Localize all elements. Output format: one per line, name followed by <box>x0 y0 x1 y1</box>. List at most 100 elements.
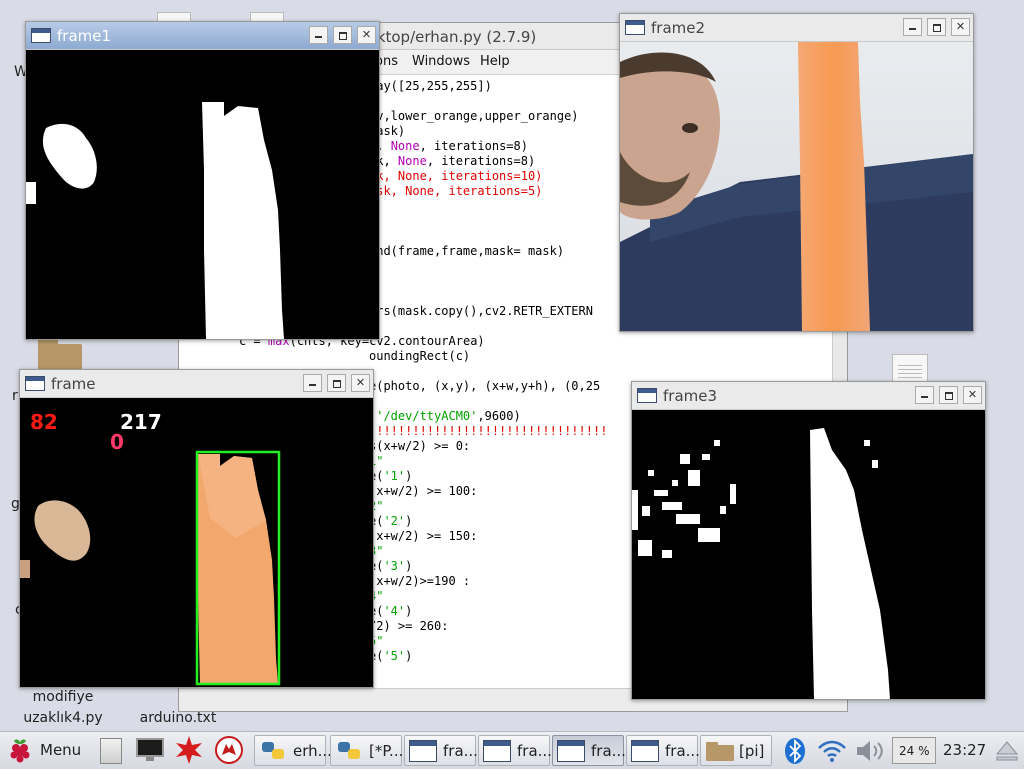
code-line: sk, None, iterations=8) <box>369 154 535 169</box>
code-line: k, None, iterations=8) <box>369 139 528 154</box>
code-token: (x+w/2) >= 150: <box>369 529 478 543</box>
code-token: None <box>390 139 420 153</box>
code-line: and(frame,frame,mask= mask) <box>369 244 564 259</box>
code-token: and(frame,frame,mask= mask) <box>369 244 565 258</box>
frame1-titlebar[interactable]: frame1 ✕ <box>26 22 379 50</box>
maximize-button[interactable] <box>939 386 958 404</box>
frame3-mask-image <box>632 410 985 699</box>
code-token: , iterations=8) <box>419 139 528 153</box>
code-token: sv,lower_orange,upper_orange) <box>369 109 579 123</box>
window-icon <box>625 20 645 35</box>
code-token: ('/dev/ttyACM0' <box>369 409 478 423</box>
frame-titlebar[interactable]: frame ✕ <box>20 370 373 398</box>
maximize-button[interactable] <box>927 18 946 36</box>
task-label: fra... <box>443 742 478 760</box>
task-file-manager-pi[interactable]: [pi] <box>700 735 772 766</box>
code-line: ray([25,255,255]) <box>369 79 492 94</box>
window-icon <box>25 376 45 391</box>
frame1-window[interactable]: frame1 ✕ <box>25 21 380 340</box>
maximize-button[interactable] <box>333 26 352 44</box>
task-frame-c[interactable]: fra... <box>626 735 700 766</box>
menu-windows[interactable]: Windows <box>412 54 470 69</box>
code-line: e('4') <box>369 604 412 619</box>
maximize-button[interactable] <box>327 374 346 392</box>
task-frame-a[interactable]: fra... <box>404 735 478 766</box>
raspberry-icon <box>10 739 30 763</box>
minimize-button[interactable] <box>903 18 922 36</box>
file-manager-launcher-icon[interactable] <box>100 738 122 764</box>
code-token: ) <box>405 649 413 663</box>
menu-label: Menu <box>40 741 82 759</box>
code-token: '3' <box>383 559 406 573</box>
code-token: (x+w/2) >= 100: <box>369 484 478 498</box>
wolfram-launcher-icon[interactable] <box>214 735 244 765</box>
code-token: (x+w/2)>=190 : <box>369 574 471 588</box>
frame2-window[interactable]: frame2 ✕ <box>619 13 974 332</box>
cpu-usage-text: 24 % <box>899 744 930 758</box>
minimize-button[interactable] <box>309 26 328 44</box>
code-line: !!!!!!!!!!!!!!!!!!!!!!!!!!!!!!!!! <box>369 424 607 439</box>
code-token: /2) >= 260: <box>369 619 449 633</box>
task-python-shell[interactable]: [*P... <box>330 735 403 766</box>
overlay-value-right: 217 <box>120 410 162 434</box>
desktop-peek-r: r <box>12 388 18 404</box>
code-token: e(photo, (x,y), (x+w,y+h), (0,25 <box>369 379 601 393</box>
desktop-icon-label-2: uzaklık4.py <box>23 710 103 726</box>
editor-title: sktop/erhan.py (2.7.9) <box>369 28 537 46</box>
code-token: s(x+w/2) >= 0: <box>369 439 471 453</box>
eject-icon[interactable] <box>995 739 1019 763</box>
window-icon <box>631 740 659 762</box>
cpu-usage-monitor: 24 % <box>892 737 936 764</box>
folder-icon <box>706 742 734 761</box>
code-line: urs(mask.copy(),cv2.RETR_EXTERN <box>369 304 593 319</box>
task-frame-b[interactable]: fra... <box>478 735 552 766</box>
frame3-window[interactable]: frame3 ✕ <box>631 381 986 700</box>
code-line: sk, None, iterations=10) <box>369 169 542 184</box>
code-line: sv,lower_orange,upper_orange) <box>369 109 579 124</box>
task-erhan[interactable]: erh... <box>254 735 332 766</box>
menu-button[interactable]: Menu <box>4 735 84 766</box>
window-icon <box>637 388 657 403</box>
menu-help[interactable]: Help <box>480 54 510 69</box>
close-button[interactable]: ✕ <box>351 374 370 392</box>
close-button[interactable]: ✕ <box>963 386 982 404</box>
frame2-camera-image <box>620 42 973 331</box>
code-token: sk, None, iterations=10) <box>369 169 543 183</box>
code-line: e('1') <box>369 469 412 484</box>
task-frame1[interactable]: fra... <box>552 735 626 766</box>
code-line: e(photo, (x,y), (x+w,y+h), (0,25 <box>369 379 600 394</box>
mathematica-launcher-icon[interactable] <box>174 735 204 765</box>
frame-title: frame <box>51 375 96 393</box>
task-label: [pi] <box>739 742 765 760</box>
wifi-icon[interactable] <box>816 738 848 764</box>
code-line: e('2') <box>369 514 412 529</box>
window-icon <box>557 740 585 762</box>
frame3-title: frame3 <box>663 387 718 405</box>
volume-icon[interactable] <box>854 738 886 764</box>
code-token: ) <box>405 514 413 528</box>
code-token: !!!!!!!!!!!!!!!!!!!!!!!!!!!!!!!!! <box>369 424 608 438</box>
code-line: oundingRect(c) <box>369 349 470 364</box>
code-token: '5' <box>383 649 406 663</box>
code-line: s(x+w/2) >= 0: <box>369 439 470 454</box>
minimize-button[interactable] <box>303 374 322 392</box>
code-token: '4' <box>383 604 406 618</box>
terminal-launcher-icon[interactable] <box>136 738 164 762</box>
frame1-mask-image <box>26 50 379 339</box>
code-token: ask, None, iterations=5) <box>369 184 543 198</box>
file-icon[interactable] <box>892 354 928 382</box>
close-button[interactable]: ✕ <box>357 26 376 44</box>
frame2-titlebar[interactable]: frame2 ✕ <box>620 14 973 42</box>
task-label: fra... <box>591 742 626 760</box>
code-token: '1' <box>383 469 406 483</box>
bluetooth-icon[interactable] <box>784 737 806 765</box>
desktop-icon-modifiye[interactable]: modifiye uzaklık4.py <box>8 687 118 729</box>
clock[interactable]: 23:27 <box>943 741 986 759</box>
code-token: ) <box>405 604 413 618</box>
minimize-button[interactable] <box>915 386 934 404</box>
code-token: '2' <box>383 514 406 528</box>
frame3-titlebar[interactable]: frame3 ✕ <box>632 382 985 410</box>
frame-window[interactable]: frame ✕ 82 0 217 <box>19 369 374 688</box>
code-token: ray([25,255,255]) <box>369 79 492 93</box>
close-button[interactable]: ✕ <box>951 18 970 36</box>
